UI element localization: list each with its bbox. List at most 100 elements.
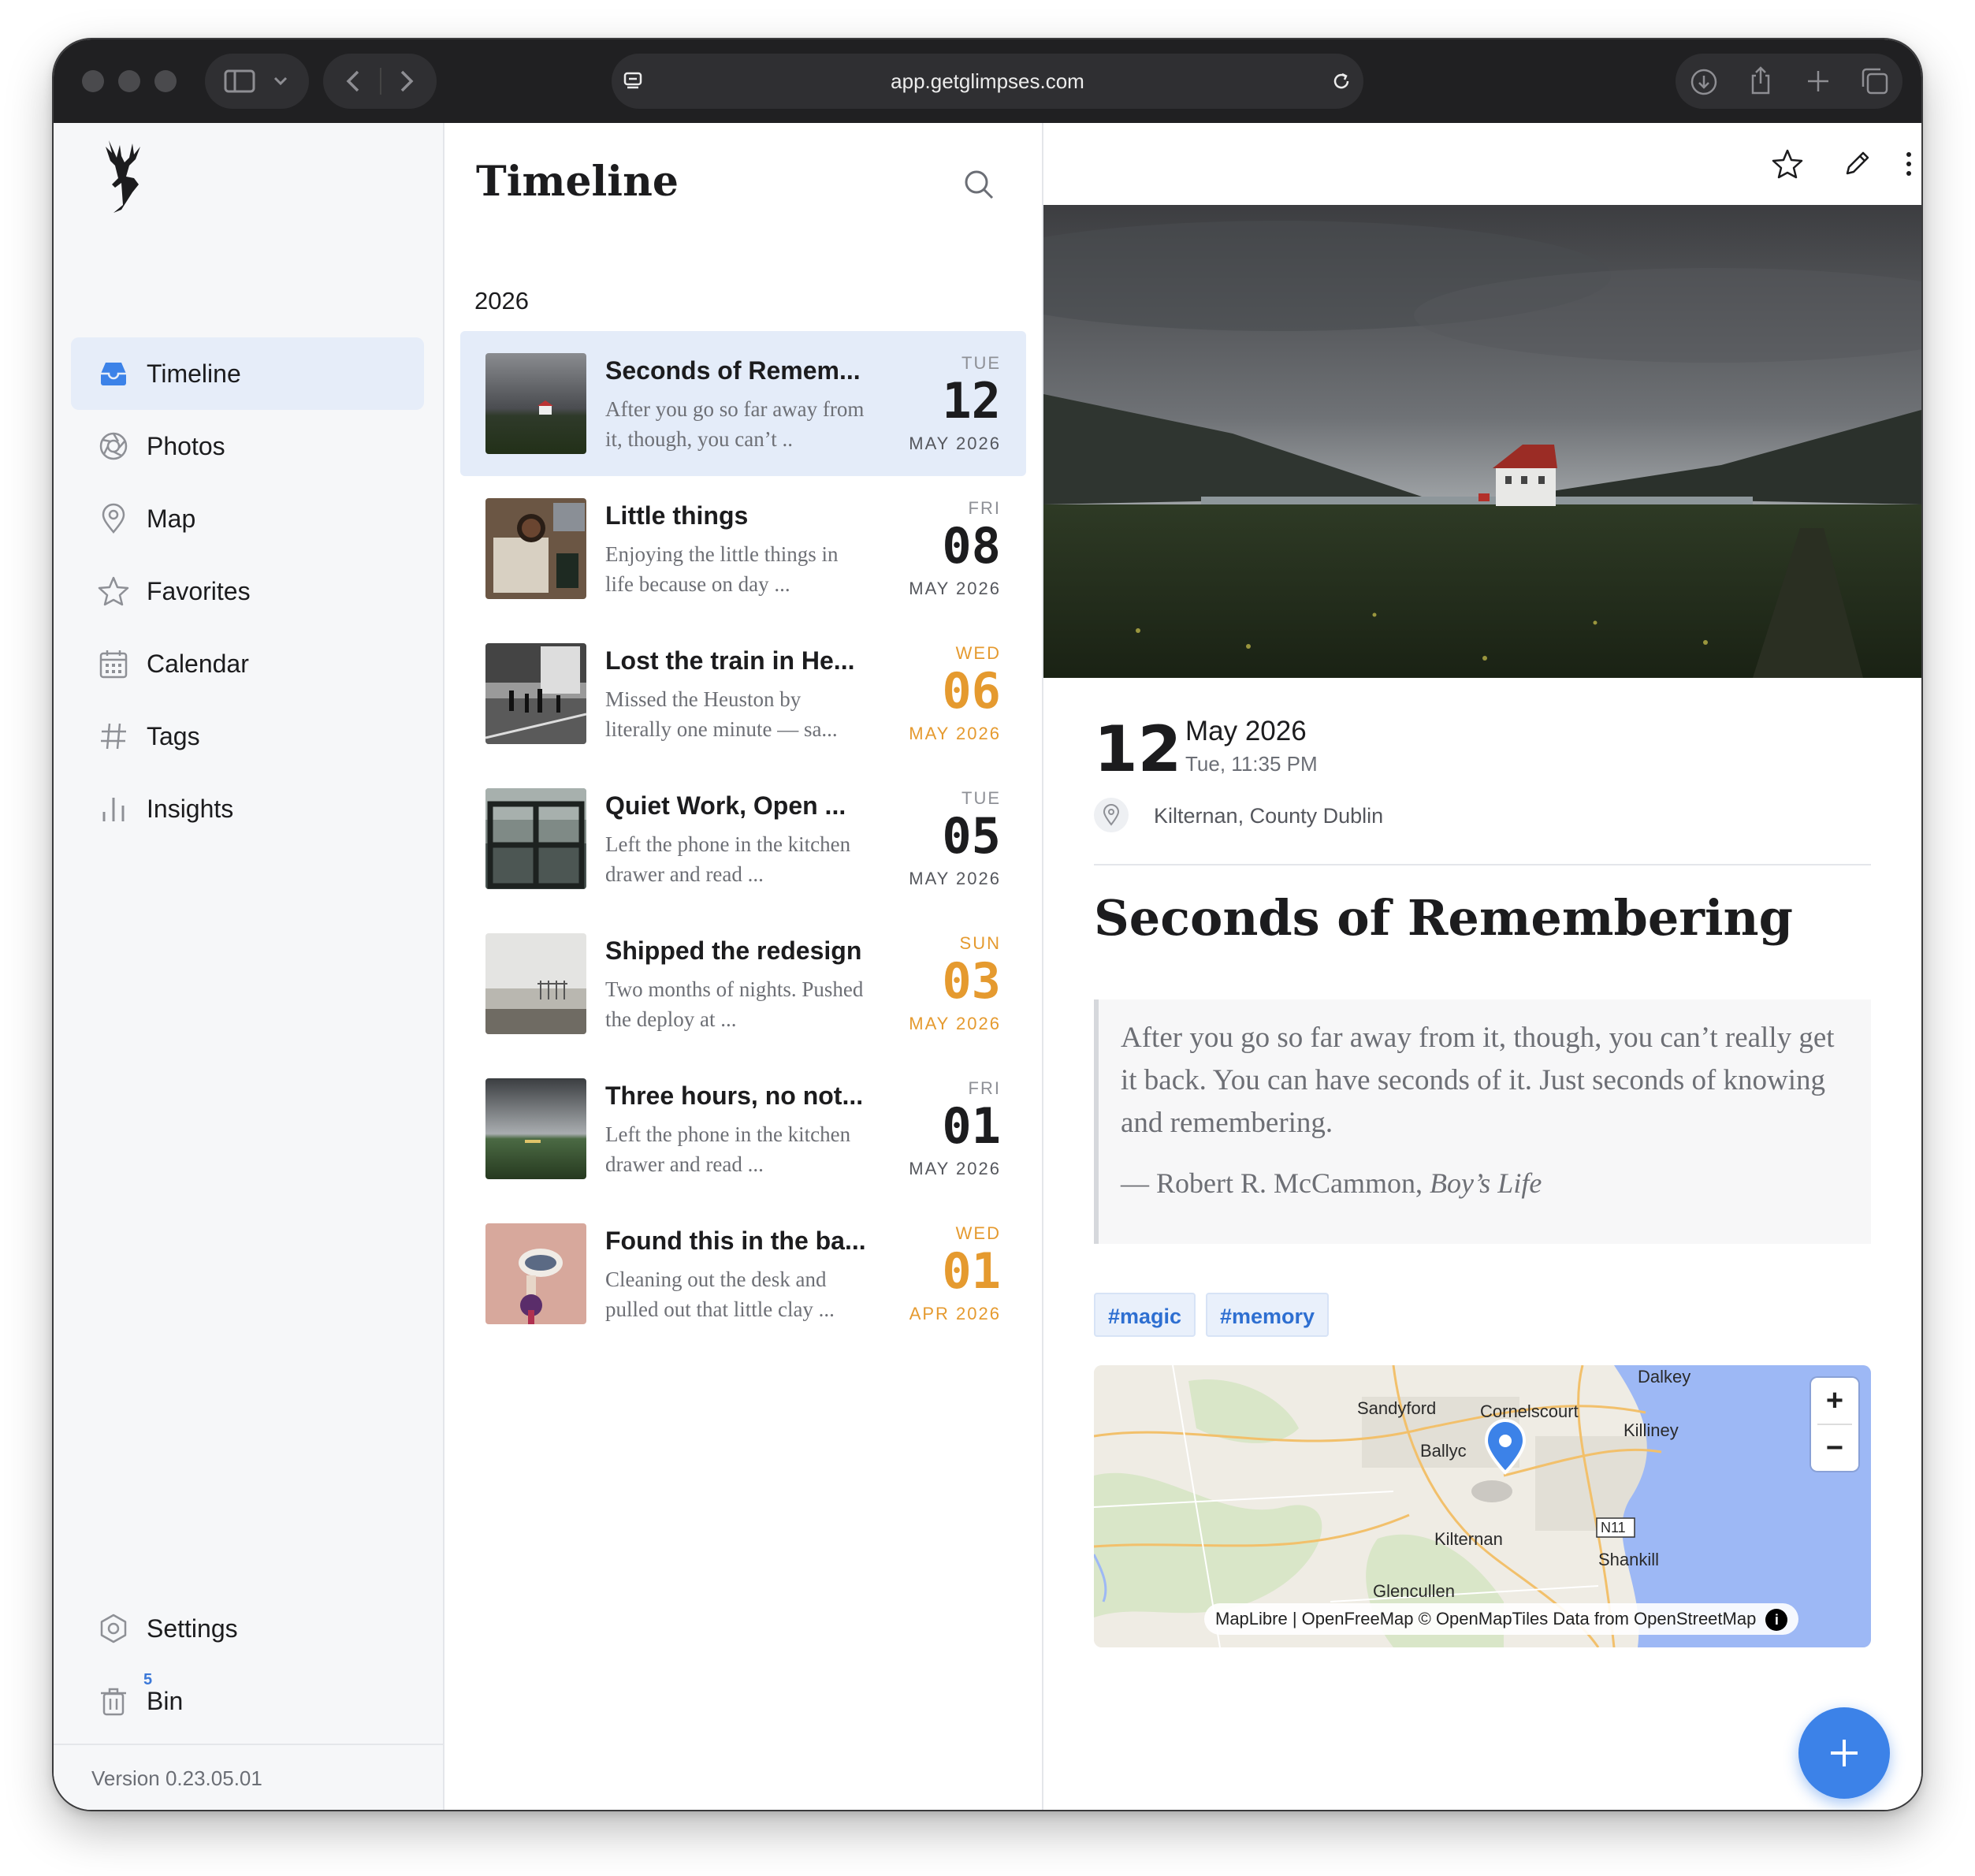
sidebar-item-label: Tags: [147, 721, 200, 750]
timeline-entry[interactable]: Shipped the redesign Two months of night…: [460, 911, 1026, 1056]
map-label: Cornelscourt: [1480, 1401, 1579, 1421]
entry-day: 03: [942, 952, 1001, 1010]
zoom-in-button[interactable]: +: [1811, 1378, 1858, 1424]
minimize-window-button[interactable]: [118, 70, 140, 92]
timeline-entry[interactable]: Quiet Work, Open ... Left the phone in t…: [460, 766, 1026, 911]
timeline-entry[interactable]: Little things Enjoying the little things…: [460, 476, 1026, 621]
sidebar-item-bin[interactable]: 5 Bin: [71, 1665, 424, 1737]
map-label: Glencullen: [1373, 1581, 1455, 1601]
sidebar-item-label: Insights: [147, 794, 234, 823]
new-entry-button[interactable]: [1798, 1707, 1890, 1799]
sidebar-item-label: Bin: [147, 1686, 184, 1715]
entry-day: 01: [942, 1242, 1001, 1300]
sidebar-item-tags[interactable]: Tags: [71, 700, 424, 772]
favorite-star-icon[interactable]: [1772, 148, 1803, 180]
zoom-window-button[interactable]: [154, 70, 177, 92]
entry-day: 12: [942, 372, 1001, 430]
sidebar-item-calendar[interactable]: Calendar: [71, 627, 424, 700]
sidebar-toggle-button[interactable]: [205, 54, 309, 109]
sidebar-item-insights[interactable]: Insights: [71, 772, 424, 845]
sidebar-item-map[interactable]: Map: [71, 482, 424, 555]
sidebar-icon: [224, 69, 255, 93]
more-options-icon[interactable]: [1893, 148, 1921, 180]
back-icon[interactable]: [344, 69, 364, 93]
tag-chip[interactable]: #memory: [1206, 1293, 1330, 1337]
sidebar-item-label: Timeline: [147, 359, 241, 388]
tab-overview-icon[interactable]: [1860, 66, 1890, 96]
share-icon[interactable]: [1746, 65, 1775, 96]
calendar-icon: [99, 650, 128, 679]
map-label: Ballyc: [1420, 1441, 1467, 1461]
reload-icon[interactable]: [1330, 70, 1352, 92]
attribution-maplibre-link[interactable]: MapLibre | OpenFreeMap © OpenMapTiles: [1215, 1609, 1553, 1628]
entry-title: Quiet Work, Open ...: [605, 791, 846, 820]
entry-day-number: 12: [1094, 713, 1182, 786]
settings-icon: [100, 1614, 127, 1643]
entry-day: 08: [942, 517, 1001, 575]
entry-month: MAY 2026: [909, 724, 1001, 743]
search-icon[interactable]: [963, 169, 995, 200]
entry-month: MAY 2026: [909, 434, 1001, 453]
location-pin-icon: [1103, 804, 1120, 826]
blockquote: After you go so far away from it, though…: [1094, 999, 1871, 1244]
downloads-icon[interactable]: [1690, 68, 1718, 96]
map-label: Kilternan: [1434, 1529, 1503, 1549]
sidebar-item-favorites[interactable]: Favorites: [71, 555, 424, 627]
sidebar-item-photos[interactable]: Photos: [71, 410, 424, 482]
entry-month-year: May 2026: [1185, 716, 1307, 746]
entry-day: 05: [942, 807, 1001, 865]
hash-icon: [101, 723, 126, 750]
page-menu-icon[interactable]: [623, 70, 645, 92]
page-title: Timeline: [476, 158, 679, 206]
entry-title-heading: Seconds of Remembering: [1094, 889, 1793, 947]
entry-weekday: WED: [955, 1223, 1001, 1243]
entry-weekday: FRI: [968, 498, 1001, 518]
entry-location[interactable]: Kilternan, County Dublin: [1154, 804, 1383, 828]
edit-pencil-icon[interactable]: [1841, 148, 1873, 180]
timeline-list-pane: Timeline 2026 Seconds of Remem... After …: [444, 123, 1043, 1810]
entry-weekday: FRI: [968, 1078, 1001, 1098]
timeline-entry[interactable]: Seconds of Remem... After you go so far …: [460, 331, 1026, 476]
entry-weekday: WED: [955, 643, 1001, 663]
sidebar-item-label: Settings: [147, 1614, 238, 1643]
close-window-button[interactable]: [82, 70, 104, 92]
entry-title: Little things: [605, 501, 749, 530]
location-map[interactable]: Dalkey Sandyford Cornelscourt Killiney B…: [1094, 1365, 1871, 1647]
forward-icon[interactable]: [396, 69, 416, 93]
browser-actions: [1676, 54, 1902, 109]
timeline-entry[interactable]: Three hours, no not... Left the phone in…: [460, 1056, 1026, 1201]
star-icon: [98, 576, 129, 606]
address-bar[interactable]: app.getglimpses.com: [612, 54, 1363, 109]
info-icon[interactable]: i: [1765, 1609, 1788, 1632]
entry-month: MAY 2026: [909, 1159, 1001, 1178]
timeline-entry[interactable]: Found this in the ba... Cleaning out the…: [460, 1201, 1026, 1346]
new-tab-icon[interactable]: [1805, 68, 1832, 95]
timeline-entry[interactable]: Lost the train in He... Missed the Heust…: [460, 621, 1026, 766]
quote-text: After you go so far away from it, though…: [1121, 1022, 1835, 1139]
sidebar-item-label: Favorites: [147, 576, 251, 605]
sidebar-item-timeline[interactable]: Timeline: [71, 337, 424, 410]
entry-thumbnail: [485, 643, 586, 744]
entry-weekday: TUE: [961, 788, 1001, 808]
map-label: Killiney: [1624, 1420, 1679, 1440]
entry-title: Lost the train in He...: [605, 646, 855, 675]
location-badge: [1094, 798, 1129, 832]
entry-month: MAY 2026: [909, 579, 1001, 598]
quote-citation: — Robert R. McCammon, Boy’s Life: [1121, 1167, 1849, 1200]
quote-source: Boy’s Life: [1429, 1167, 1542, 1199]
entry-weekday: TUE: [961, 353, 1001, 373]
entry-thumbnail: [485, 788, 586, 889]
map-label: Sandyford: [1357, 1398, 1437, 1418]
attribution-text: Data from: [1553, 1609, 1635, 1628]
entry-month: MAY 2026: [909, 869, 1001, 888]
tag-chip[interactable]: #magic: [1094, 1293, 1196, 1337]
entry-weekday-time: Tue, 11:35 PM: [1185, 752, 1318, 776]
map-pin-icon: [102, 503, 125, 534]
sidebar-item-settings[interactable]: Settings: [71, 1592, 424, 1665]
attribution-osm-link[interactable]: OpenStreetMap: [1634, 1609, 1756, 1628]
url-text: app.getglimpses.com: [891, 69, 1084, 93]
zoom-out-button[interactable]: −: [1811, 1425, 1858, 1471]
entry-title: Shipped the redesign: [605, 936, 862, 965]
sidebar: Timeline Photos Map Favorites Calendar T…: [54, 123, 444, 1810]
entry-excerpt: Two months of nights. Pushed the deploy …: [605, 977, 864, 1031]
